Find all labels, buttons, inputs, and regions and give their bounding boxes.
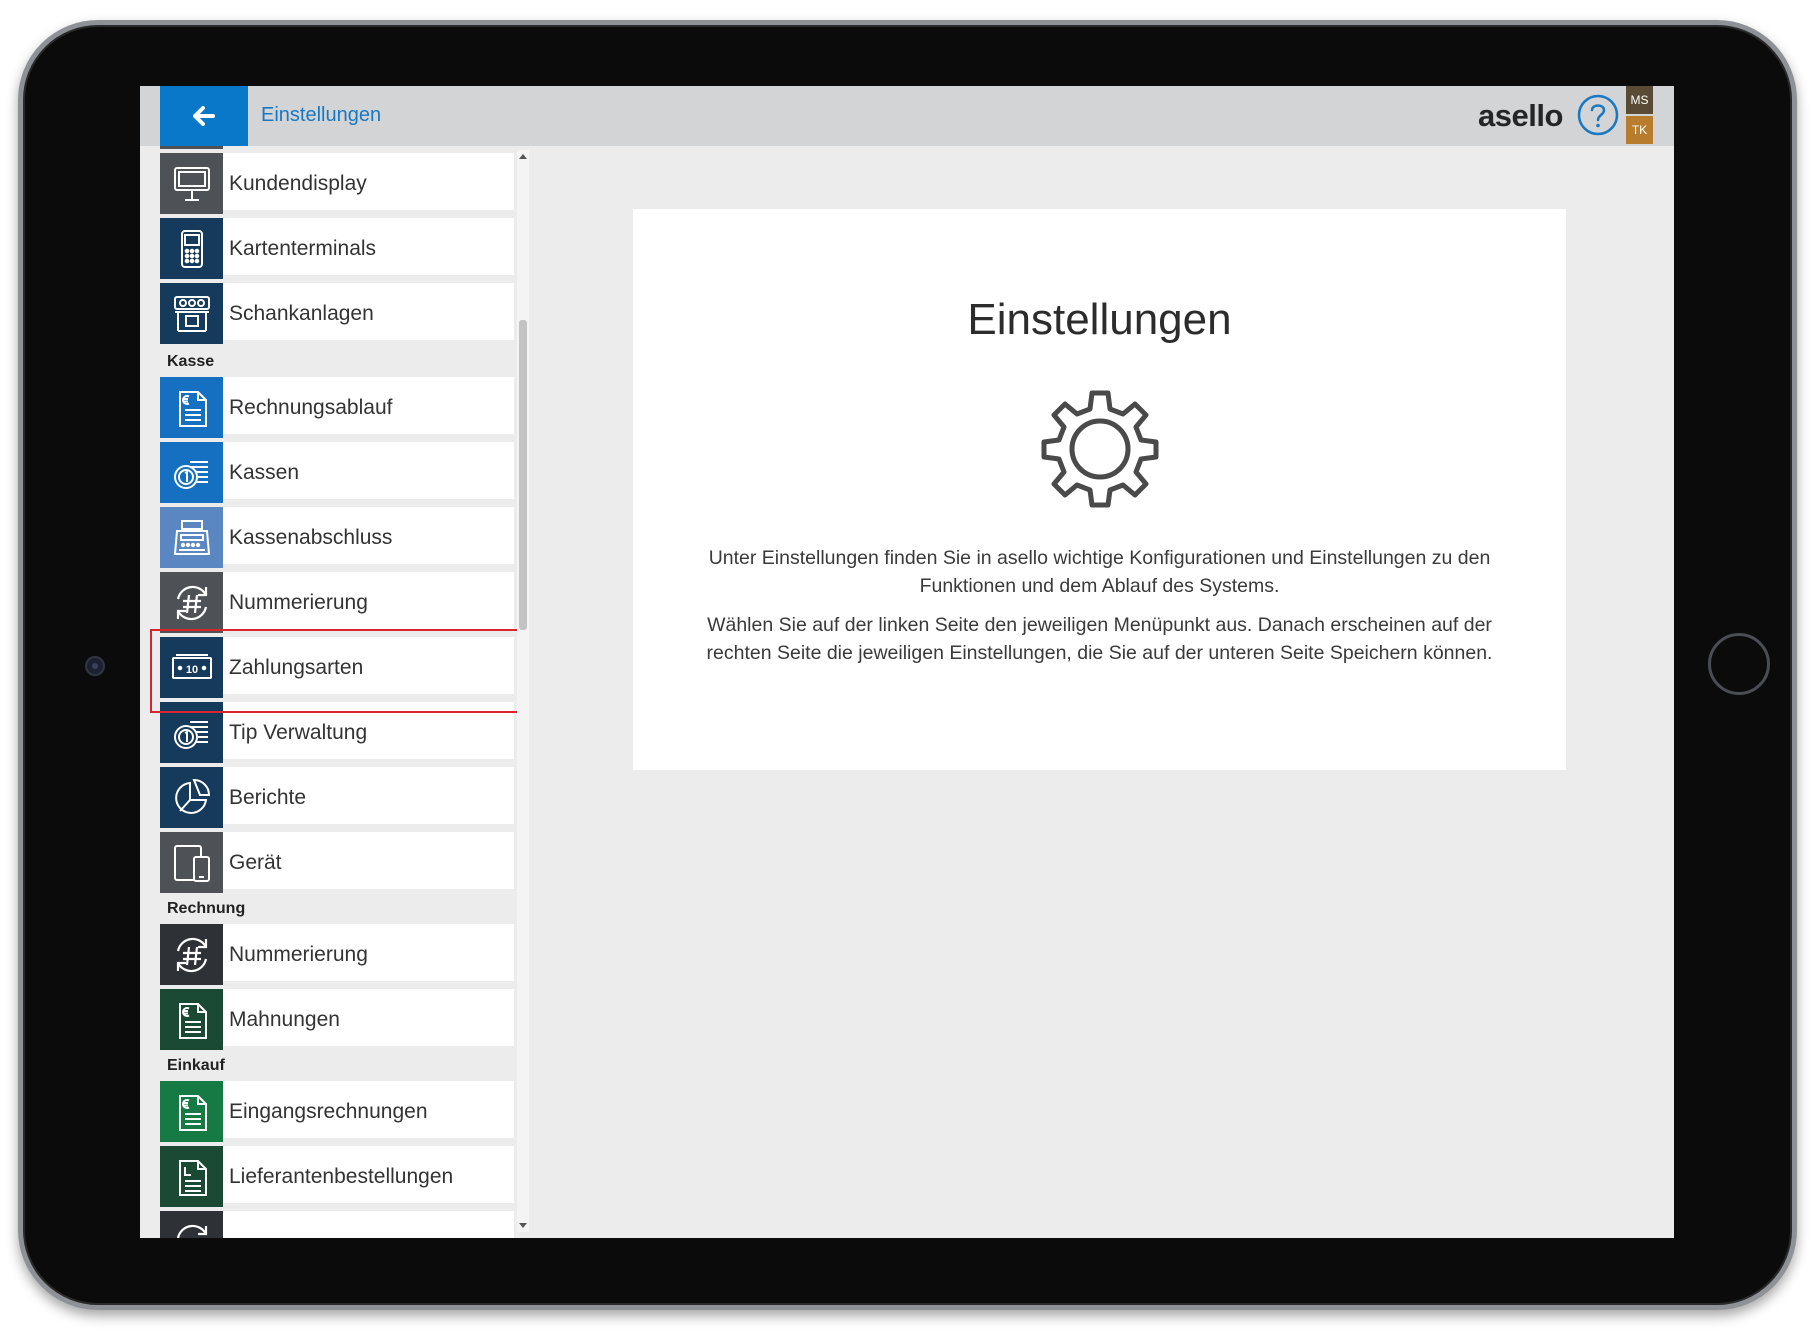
sidebar-item-eingangsrechnungen[interactable]: Eingangsrechnungen — [160, 1081, 514, 1142]
brand-logo: asello — [1478, 98, 1563, 133]
info-card: Einstellungen Unter Einstellungen finden… — [633, 209, 1566, 770]
sidebar-item-schankanlagen[interactable]: Schankanlagen — [160, 283, 514, 344]
section-header-einkauf: Einkauf — [167, 1057, 225, 1074]
sidebar-item-nummerierung[interactable]: Nummerierung — [160, 572, 514, 633]
user-badge-tk[interactable]: TK — [1626, 116, 1653, 144]
numbering-icon — [176, 1224, 207, 1238]
arrow-left-icon — [193, 106, 215, 126]
sidebar-item-label: Berichte — [229, 786, 307, 809]
sidebar-item-label: Kartenterminals — [229, 237, 377, 260]
coins-icon — [173, 460, 208, 489]
device-icon — [173, 844, 210, 882]
sidebar-item-tip-verwaltung[interactable]: Tip Verwaltung — [160, 702, 514, 763]
scroll-up-icon[interactable] — [519, 154, 527, 159]
sidebar-item-rechnungsablauf[interactable]: Rechnungsablauf — [160, 377, 514, 438]
invoice-icon — [178, 390, 207, 427]
page-title: Einstellungen — [261, 104, 382, 126]
sidebar-item-label: Kundendisplay — [229, 172, 367, 195]
sidebar-item-partial-bottom[interactable] — [160, 1211, 514, 1238]
numbering-icon — [176, 937, 207, 972]
sidebar-item-label: Eingangsrechnungen — [229, 1100, 428, 1123]
user-badge-ms[interactable]: MS — [1626, 86, 1653, 114]
back-button[interactable] — [160, 86, 248, 146]
sidebar-item-rechnung-nummerierung[interactable]: Nummerierung — [160, 924, 514, 985]
numbering-icon — [176, 585, 207, 620]
scroll-down-icon[interactable] — [519, 1223, 527, 1228]
card-terminal-icon — [180, 229, 203, 268]
sidebar-item-kassenabschluss[interactable]: Kassenabschluss — [160, 507, 514, 568]
banknote-icon: 10 — [171, 653, 212, 679]
camera-icon — [85, 656, 105, 676]
section-header-kasse: Kasse — [167, 353, 215, 370]
sidebar-item-label: Lieferantenbestellungen — [229, 1165, 454, 1188]
order-document-icon — [178, 1159, 207, 1196]
help-icon[interactable] — [1577, 94, 1619, 136]
menu-icon-cell — [160, 146, 223, 149]
tap-system-icon — [173, 295, 210, 332]
sidebar-item-kundendisplay[interactable]: Kundendisplay — [160, 153, 514, 214]
sidebar-item-berichte[interactable]: Berichte — [160, 767, 514, 828]
app-screen: Einstellungen asello MS TK Kundendisplay — [140, 86, 1674, 1238]
app-header: Einstellungen asello MS TK — [140, 86, 1674, 146]
coins-icon — [173, 720, 208, 749]
sidebar-item-mahnungen[interactable]: Mahnungen — [160, 989, 514, 1050]
card-title: Einstellungen — [967, 295, 1232, 344]
cash-register-icon — [173, 519, 210, 555]
sidebar-scrollbar[interactable] — [517, 150, 529, 1232]
home-button[interactable] — [1708, 633, 1770, 695]
sidebar-item-geraet[interactable]: Gerät — [160, 832, 514, 893]
section-header-rechnung: Rechnung — [167, 900, 246, 917]
sidebar-item-label: Mahnungen — [229, 1008, 340, 1031]
sidebar-item-label: Kassenabschluss — [229, 526, 393, 549]
sidebar-item-label: Gerät — [229, 851, 282, 874]
sidebar-item-label: Schankanlagen — [229, 302, 374, 325]
pie-chart-icon — [174, 778, 210, 814]
sidebar-item-lieferantenbestellungen[interactable]: Lieferantenbestellungen — [160, 1146, 514, 1207]
sidebar-item-zahlungsarten[interactable]: 10 Zahlungsarten — [160, 637, 514, 698]
sidebar-item-label: Kassen — [229, 461, 300, 484]
card-description-1: Unter Einstellungen finden Sie in asello… — [708, 547, 1491, 597]
sidebar-item-kartenterminals[interactable]: Kartenterminals — [160, 218, 514, 279]
customer-display-icon — [173, 166, 210, 201]
sidebar-item-label: Nummerierung — [229, 943, 368, 966]
sidebar-item-partial-top[interactable] — [160, 146, 514, 149]
gear-icon — [1041, 390, 1159, 508]
settings-sidebar[interactable]: Kundendisplay Kartenterminals Schankanla… — [160, 146, 514, 1238]
sidebar-item-label: Tip Verwaltung — [229, 721, 368, 744]
sidebar-item-label: Rechnungsablauf — [229, 396, 393, 419]
sidebar-item-kassen[interactable]: Kassen — [160, 442, 514, 503]
invoice-icon — [178, 1002, 207, 1039]
invoice-icon — [178, 1094, 207, 1131]
svg-text:10: 10 — [185, 664, 197, 676]
card-description-2: Wählen Sie auf der linken Seite den jewe… — [706, 614, 1493, 664]
sidebar-item-label: Nummerierung — [229, 591, 368, 614]
sidebar-item-label: Zahlungsarten — [229, 656, 364, 679]
scroll-thumb[interactable] — [519, 320, 527, 630]
